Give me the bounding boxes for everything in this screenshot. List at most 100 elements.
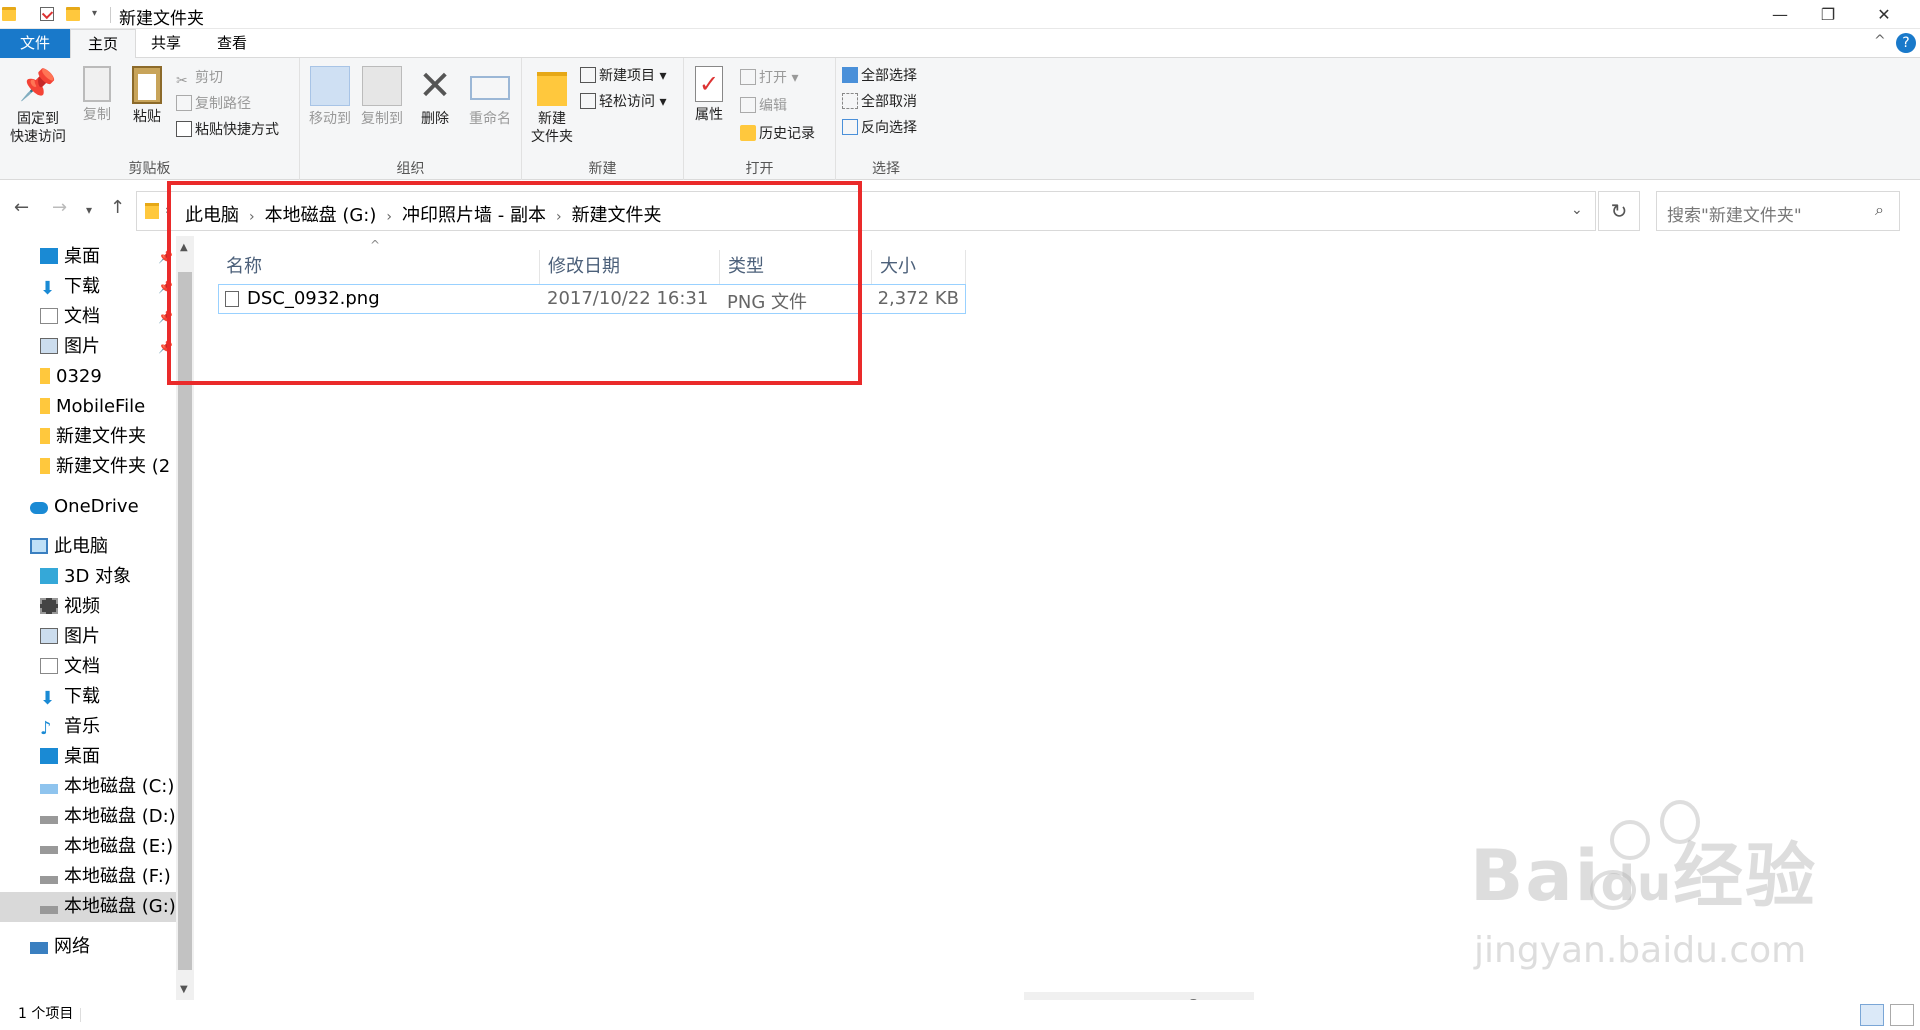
paste-label: 粘贴 [133,109,161,125]
close-button[interactable]: ✕ [1856,0,1912,29]
easy-access-button[interactable]: 轻松访问 ▾ [580,90,666,114]
details-view-icon[interactable] [1860,1004,1884,1026]
select-all-button[interactable]: 全部选择 [842,64,917,88]
pin-label-1: 固定到 [17,111,59,127]
new-folder-quick-icon[interactable] [66,7,80,21]
edit-button[interactable]: 编辑 [740,94,787,118]
back-arrow-icon[interactable]: ← [14,197,29,218]
forward-arrow-icon[interactable]: → [52,197,67,218]
sidebar-item-folder-0329[interactable]: 0329 [0,362,176,392]
folder-icon [40,398,50,414]
copy-button[interactable]: 复制 [74,66,120,124]
history-button[interactable]: 历史记录 [740,122,815,146]
copy-to-button[interactable]: 复制到 [356,66,408,128]
sidebar-item-downloads-pc[interactable]: ⬇ 下载 [0,682,176,712]
move-to-button[interactable]: 移动到 [304,66,356,128]
select-all-icon [842,67,858,83]
maximize-button[interactable]: ❐ [1800,0,1856,29]
history-icon [740,125,756,141]
new-item-button[interactable]: 新建项目 ▾ [580,64,666,88]
up-arrow-icon[interactable]: ↑ [110,197,125,218]
sidebar-item-this-pc[interactable]: 此电脑 [0,532,176,562]
pin-icon: 📌 [19,68,57,103]
sidebar-label: 下载 [64,276,100,297]
new-folder-icon [537,72,567,106]
edit-label: 编辑 [759,98,787,114]
sidebar-item-desktop[interactable]: 桌面 [0,242,176,272]
clipboard-group: 📌 固定到 快速访问 复制 粘贴 ✂ 剪切 复制路径 粘贴快捷方式 剪贴板 [0,58,300,180]
sidebar-label: 下载 [64,686,100,707]
select-none-icon [842,93,858,109]
pin-quick-access-button[interactable]: 📌 固定到 快速访问 [6,66,70,146]
open-button[interactable]: 打开 ▾ [740,66,798,90]
tab-home[interactable]: 主页 [70,29,136,59]
sidebar-item-new-folder-2[interactable]: 新建文件夹 (2 [0,452,176,482]
copy-path-button[interactable]: 复制路径 [176,92,251,116]
sidebar-item-desktop-pc[interactable]: 桌面 [0,742,176,772]
paste-shortcut-icon [176,121,192,137]
scissors-icon: ✂ [176,73,188,89]
large-icons-view-icon[interactable] [1890,1004,1914,1026]
search-input[interactable]: 搜索"新建文件夹" ⌕ [1656,191,1900,231]
sidebar-item-documents[interactable]: 文档 [0,302,176,332]
column-header-size[interactable]: 大小 [872,250,966,284]
sidebar-item-videos[interactable]: 视频 [0,592,176,622]
sidebar-item-network[interactable]: 网络 [0,932,176,962]
sidebar-item-drive-e[interactable]: 本地磁盘 (E:) [0,832,176,862]
document-icon [40,308,58,324]
rename-button[interactable]: 重命名 [462,66,518,128]
invert-selection-button[interactable]: 反向选择 [842,116,917,140]
sidebar-label: 图片 [64,336,100,357]
help-icon[interactable]: ? [1896,33,1916,53]
properties-check-icon: ✓ [695,66,723,102]
open-icon [740,69,756,85]
copy-label: 复制 [83,107,111,123]
window-title: 新建文件夹 [119,9,204,29]
sidebar-item-documents-pc[interactable]: 文档 [0,652,176,682]
recent-locations-chevron-icon[interactable]: ▾ [86,203,92,217]
select-none-button[interactable]: 全部取消 [842,90,917,114]
desktop-icon [40,748,58,764]
film-icon [40,598,58,614]
sidebar-label: 本地磁盘 (C:) [64,776,175,797]
delete-button[interactable]: ✕ 删除 [412,66,458,128]
scroll-down-chevron-icon[interactable]: ▼ [180,984,188,995]
sidebar-item-downloads[interactable]: ⬇ 下载 [0,272,176,302]
organize-group: 移动到 复制到 ✕ 删除 重命名 组织 [300,58,522,180]
search-icon[interactable]: ⌕ [1875,200,1884,220]
sidebar-label: 本地磁盘 (D:) [64,806,176,827]
collapse-ribbon-icon[interactable]: ^ [1874,33,1886,49]
invert-selection-label: 反向选择 [861,120,917,136]
cut-button[interactable]: ✂ 剪切 [176,66,223,90]
sidebar-item-pictures[interactable]: 图片 [0,332,176,362]
sidebar-item-onedrive[interactable]: OneDrive [0,492,176,522]
refresh-icon[interactable]: ↻ [1598,191,1640,231]
sidebar-label: 新建文件夹 [56,426,146,447]
sidebar-item-drive-f[interactable]: 本地磁盘 (F:) [0,862,176,892]
properties-quick-icon[interactable] [40,7,54,21]
folder-icon [40,368,50,384]
sidebar-item-drive-g[interactable]: 本地磁盘 (G:) [0,892,176,922]
sidebar-item-drive-d[interactable]: 本地磁盘 (D:) [0,802,176,832]
copy-path-icon [176,95,192,111]
sidebar-item-mobilefile[interactable]: MobileFile [0,392,176,422]
address-dropdown-chevron-icon[interactable]: ⌄ [1571,202,1583,218]
sidebar-item-music[interactable]: ♪ 音乐 [0,712,176,742]
sidebar-item-3d-objects[interactable]: 3D 对象 [0,562,176,592]
sidebar-label: 新建文件夹 (2 [56,456,171,477]
tab-view[interactable]: 查看 [200,29,264,58]
organize-group-label: 组织 [396,161,425,177]
paste-button[interactable]: 粘贴 [124,66,170,126]
customize-toolbar-chevron-icon[interactable]: ▾ [92,8,106,22]
paste-shortcut-button[interactable]: 粘贴快捷方式 [176,118,279,142]
sidebar-item-pictures-pc[interactable]: 图片 [0,622,176,652]
properties-label: 属性 [695,107,723,123]
sidebar-label: 图片 [64,626,100,647]
new-folder-button[interactable]: 新建 文件夹 [526,66,578,146]
folder-icon [40,458,50,474]
sidebar-item-new-folder[interactable]: 新建文件夹 [0,422,176,452]
tab-share[interactable]: 共享 [136,29,196,58]
properties-button[interactable]: ✓ 属性 [688,66,730,124]
sidebar-item-drive-c[interactable]: 本地磁盘 (C:) [0,772,176,802]
tab-file[interactable]: 文件 [0,29,70,58]
